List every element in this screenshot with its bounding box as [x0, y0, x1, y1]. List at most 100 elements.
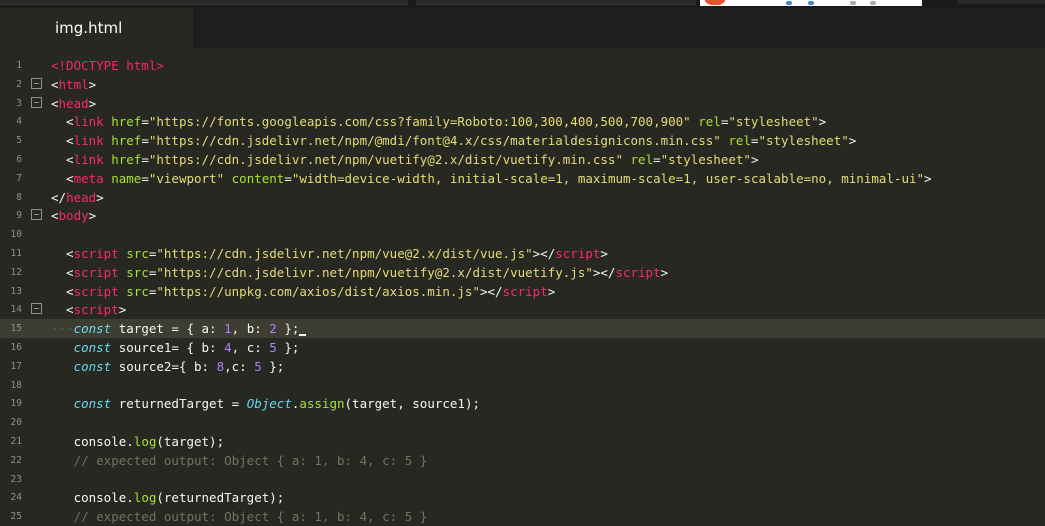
- code-line[interactable]: 8 </head>: [0, 188, 1045, 207]
- line-number: 25: [10, 511, 22, 523]
- code-token: >: [924, 170, 932, 186]
- code-token: >: [118, 302, 127, 318]
- code-line[interactable]: 25 // expected output: Object { a: 1, b:…: [0, 507, 1045, 526]
- code-token: "https://fonts.googleapis.com/css?family…: [148, 114, 691, 130]
- fold-toggle-icon[interactable]: [31, 77, 42, 89]
- code-token: const: [73, 340, 112, 355]
- code-text: <link href="https://cdn.jsdelivr.net/npm…: [51, 150, 758, 169]
- line-number: 10: [10, 229, 22, 241]
- line-number: 1: [16, 60, 22, 71]
- code-token: "https://cdn.jsdelivr.net/npm/@mdi/font@…: [148, 133, 721, 149]
- code-text: const source1= { b: 4, c: 5 };: [51, 338, 300, 357]
- code-line[interactable]: 24 console.log(returnedTarget);: [0, 488, 1045, 507]
- line-number: 8: [16, 191, 22, 203]
- line-number: 18: [10, 379, 22, 391]
- code-token: =: [141, 170, 149, 186]
- code-token: };: [276, 340, 300, 355]
- code-text: <link href="https://fonts.googleapis.com…: [51, 112, 826, 131]
- fold-toggle-icon[interactable]: [31, 209, 42, 221]
- code-token: src: [126, 264, 149, 280]
- code-line[interactable]: 3 <head>: [0, 94, 1045, 113]
- code-token: const: [73, 321, 112, 337]
- code-token: <: [51, 246, 74, 261]
- code-token: 8: [216, 358, 225, 374]
- code-line[interactable]: 19 const returnedTarget = Object.assign(…: [0, 394, 1045, 413]
- code-token: (target, source1);: [344, 396, 480, 412]
- line-number: 6: [16, 154, 22, 165]
- line-number: 2: [16, 78, 22, 90]
- code-line[interactable]: 17 const source2={ b: 8,c: 5 };: [0, 357, 1045, 376]
- code-token: <: [51, 170, 74, 186]
- code-token: =: [141, 114, 149, 130]
- code-line[interactable]: 7 <meta name="viewport" content="width=d…: [0, 169, 1045, 188]
- code-line[interactable]: 15 ···const target = { a: 1, b: 2 };: [0, 319, 1045, 339]
- code-editor[interactable]: 1 <!DOCTYPE html> 2 <html> 3 <head> 4 <link hr…: [0, 56, 1045, 524]
- code-token: ,c:: [224, 358, 255, 374]
- code-token: script: [73, 302, 119, 318]
- code-line[interactable]: 5 <link href="https://cdn.jsdelivr.net/n…: [0, 131, 1045, 150]
- code-token: link: [73, 133, 104, 149]
- code-token: log: [133, 490, 157, 506]
- code-line[interactable]: 14 <script>: [0, 300, 1045, 319]
- code-line[interactable]: 2 <html>: [0, 75, 1045, 94]
- code-token: <: [51, 302, 74, 318]
- code-line[interactable]: 13 <script src="https://unpkg.com/axios/…: [0, 282, 1045, 301]
- code-token: >: [818, 114, 827, 130]
- code-token: 5: [254, 358, 262, 374]
- code-token: returnedTarget =: [111, 396, 247, 412]
- code-token: >: [88, 208, 97, 224]
- code-token: "https://unpkg.com/axios/dist/axios.min.…: [156, 283, 480, 299]
- code-token: href: [111, 114, 142, 130]
- line-number: 9: [16, 210, 22, 222]
- code-token: href: [111, 133, 142, 149]
- code-token: >: [750, 152, 759, 167]
- code-line[interactable]: 20: [0, 413, 1045, 432]
- code-token: meta: [73, 170, 104, 186]
- code-token: source2={ b:: [111, 358, 217, 374]
- line-number: 23: [10, 473, 22, 485]
- line-number: 3: [16, 97, 22, 109]
- line-number: 21: [10, 436, 22, 447]
- code-token: <!DOCTYPE html>: [51, 58, 164, 73]
- code-line[interactable]: 9 <body>: [0, 206, 1045, 225]
- code-token: script: [73, 283, 119, 299]
- tab-img-html[interactable]: img.html: [0, 8, 193, 48]
- code-line[interactable]: 16 const source1= { b: 4, c: 5 };: [0, 338, 1045, 357]
- code-token: script: [73, 246, 119, 261]
- code-line[interactable]: 22 // expected output: Object { a: 1, b:…: [0, 451, 1045, 470]
- code-line[interactable]: 1 <!DOCTYPE html>: [0, 56, 1045, 75]
- code-line[interactable]: 21 console.log(target);: [0, 432, 1045, 451]
- code-token: <: [51, 114, 74, 130]
- code-line[interactable]: 18: [0, 376, 1045, 395]
- fold-toggle-icon[interactable]: [31, 96, 42, 108]
- code-token: content: [231, 170, 285, 186]
- code-token: src: [126, 246, 149, 261]
- code-line[interactable]: 6 <link href="https://cdn.jsdelivr.net/n…: [0, 150, 1045, 169]
- code-line[interactable]: 23: [0, 470, 1045, 489]
- code-text: </head>: [51, 188, 104, 207]
- code-token: "stylesheet": [758, 133, 849, 149]
- code-token: >: [848, 133, 857, 149]
- line-number: 24: [10, 492, 22, 504]
- code-text: <script src="https://cdn.jsdelivr.net/np…: [51, 263, 668, 282]
- code-token: link: [73, 114, 104, 130]
- code-token: target = { a:: [111, 321, 225, 337]
- code-text: const source2={ b: 8,c: 5 };: [51, 357, 285, 376]
- code-line[interactable]: 10: [0, 225, 1045, 244]
- code-token: ></: [592, 264, 616, 280]
- code-line[interactable]: 12 <script src="https://cdn.jsdelivr.net…: [0, 263, 1045, 282]
- code-line[interactable]: 4 <link href="https://fonts.googleapis.c…: [0, 112, 1045, 131]
- code-token: rel: [728, 133, 751, 149]
- line-number: 11: [10, 248, 22, 259]
- code-text: console.log(target);: [51, 432, 225, 451]
- code-line[interactable]: 11 <script src="https://cdn.jsdelivr.net…: [0, 244, 1045, 263]
- code-text: <script src="https://unpkg.com/axios/dis…: [51, 282, 555, 301]
- code-token: head: [66, 189, 97, 205]
- code-token: source1= { b:: [111, 340, 225, 355]
- code-token: =: [653, 152, 661, 167]
- top-window-strip: [0, 0, 1045, 8]
- fold-toggle-icon[interactable]: [31, 303, 42, 315]
